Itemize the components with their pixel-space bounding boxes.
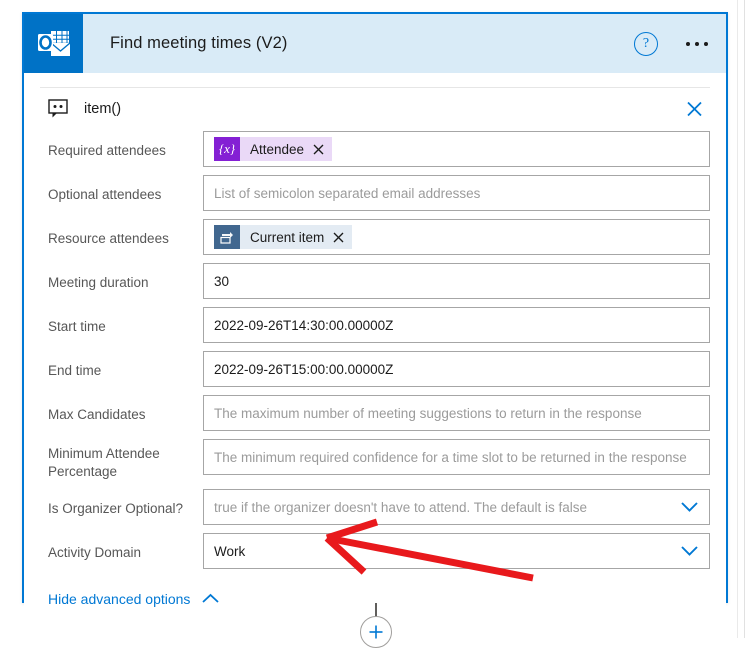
close-icon[interactable] — [685, 100, 704, 119]
field-row-minimum-attendee-percentage: Minimum Attendee Percentage The minimum … — [40, 439, 710, 481]
card-header-actions: ? — [634, 14, 712, 73]
field-control-resource-attendees[interactable]: Current item — [203, 219, 710, 255]
field-row-optional-attendees: Optional attendees List of semicolon sep… — [40, 175, 710, 211]
ellipsis-icon[interactable] — [682, 36, 712, 52]
token-body: Current item — [240, 225, 353, 249]
field-row-resource-attendees: Resource attendees Current item — [40, 219, 710, 255]
field-control-meeting-duration[interactable]: 30 — [203, 263, 710, 299]
outlook-icon — [24, 14, 83, 73]
is-organizer-optional-placeholder: true if the organizer doesn't have to at… — [214, 499, 588, 515]
field-label-required-attendees: Required attendees — [48, 143, 166, 158]
field-label-max-candidates: Max Candidates — [48, 407, 146, 422]
token-attendee[interactable]: {x} Attendee — [214, 137, 333, 161]
item-expression-row[interactable]: item() — [40, 87, 710, 131]
field-control-required-attendees[interactable]: {x} Attendee — [203, 131, 710, 167]
token-label: Attendee — [250, 141, 305, 157]
field-row-start-time: Start time 2022-09-26T14:30:00.00000Z — [40, 307, 710, 343]
chevron-down-icon[interactable] — [680, 545, 699, 557]
token-remove-icon[interactable] — [333, 232, 344, 243]
item-expression-label: item() — [84, 101, 122, 117]
token-remove-icon[interactable] — [313, 144, 324, 155]
meeting-duration-input[interactable]: 30 — [203, 263, 710, 299]
chevron-up-icon — [201, 591, 220, 607]
card-header[interactable]: Find meeting times (V2) ? — [24, 14, 726, 73]
field-row-activity-domain: Activity Domain Work — [40, 533, 710, 569]
field-control-optional-attendees[interactable]: List of semicolon separated email addres… — [203, 175, 710, 211]
minimum-attendee-percentage-placeholder: The minimum required confidence for a ti… — [214, 449, 687, 465]
max-candidates-input[interactable]: The maximum number of meeting suggestion… — [203, 395, 710, 431]
flow-designer-canvas: Find meeting times (V2) ? item() Require… — [0, 0, 755, 648]
field-label-end-time: End time — [48, 363, 102, 378]
start-time-input[interactable]: 2022-09-26T14:30:00.00000Z — [203, 307, 710, 343]
resource-attendees-input[interactable]: Current item — [203, 219, 710, 255]
add-step-button[interactable] — [360, 616, 392, 648]
optional-attendees-input[interactable]: List of semicolon separated email addres… — [203, 175, 710, 211]
chevron-down-icon[interactable] — [680, 501, 699, 513]
field-row-meeting-duration: Meeting duration 30 — [40, 263, 710, 299]
card-body: item() Required attendees {x} Attendee O… — [24, 87, 726, 617]
hide-advanced-options-label: Hide advanced options — [48, 591, 191, 607]
expression-badge-icon: {x} — [214, 137, 240, 161]
panel-divider — [744, 0, 745, 638]
field-control-start-time[interactable]: 2022-09-26T14:30:00.00000Z — [203, 307, 710, 343]
field-row-required-attendees: Required attendees {x} Attendee — [40, 131, 710, 167]
end-time-input[interactable]: 2022-09-26T15:00:00.00000Z — [203, 351, 710, 387]
loop-icon — [214, 225, 240, 249]
field-control-max-candidates[interactable]: The maximum number of meeting suggestion… — [203, 395, 710, 431]
help-circle-icon[interactable]: ? — [634, 31, 658, 56]
is-organizer-optional-dropdown[interactable]: true if the organizer doesn't have to at… — [203, 489, 710, 525]
field-label-meeting-duration: Meeting duration — [48, 275, 149, 290]
comment-bubble-icon — [48, 99, 70, 119]
start-time-value: 2022-09-26T14:30:00.00000Z — [214, 317, 394, 333]
minimum-attendee-percentage-input[interactable]: The minimum required confidence for a ti… — [203, 439, 710, 475]
hide-advanced-options-toggle[interactable]: Hide advanced options — [40, 591, 220, 607]
field-label-resource-attendees: Resource attendees — [48, 231, 169, 246]
field-control-activity-domain[interactable]: Work — [203, 533, 710, 569]
field-label-activity-domain: Activity Domain — [48, 545, 142, 560]
required-attendees-input[interactable]: {x} Attendee — [203, 131, 710, 167]
action-card-find-meeting-times[interactable]: Find meeting times (V2) ? item() Require… — [22, 12, 728, 617]
token-current-item[interactable]: Current item — [214, 225, 353, 249]
activity-domain-dropdown[interactable]: Work — [203, 533, 710, 569]
field-control-minimum-attendee-percentage[interactable]: The minimum required confidence for a ti… — [203, 439, 710, 475]
field-label-start-time: Start time — [48, 319, 106, 334]
field-row-end-time: End time 2022-09-26T15:00:00.00000Z — [40, 351, 710, 387]
panel-divider-inner — [737, 0, 738, 638]
field-label-optional-attendees: Optional attendees — [48, 187, 162, 202]
token-body: Attendee — [240, 137, 333, 161]
meeting-duration-value: 30 — [214, 273, 230, 289]
max-candidates-placeholder: The maximum number of meeting suggestion… — [214, 405, 642, 421]
token-label: Current item — [250, 229, 325, 245]
field-label-is-organizer-optional: Is Organizer Optional? — [48, 501, 184, 516]
optional-attendees-placeholder: List of semicolon separated email addres… — [214, 185, 481, 201]
field-control-is-organizer-optional[interactable]: true if the organizer doesn't have to at… — [203, 489, 710, 525]
card-title: Find meeting times (V2) — [110, 34, 288, 52]
field-control-end-time[interactable]: 2022-09-26T15:00:00.00000Z — [203, 351, 710, 387]
end-time-value: 2022-09-26T15:00:00.00000Z — [214, 361, 394, 377]
activity-domain-value: Work — [214, 543, 246, 559]
field-row-max-candidates: Max Candidates The maximum number of mee… — [40, 395, 710, 431]
field-label-minimum-attendee-percentage: Minimum Attendee Percentage — [48, 446, 160, 479]
field-row-is-organizer-optional: Is Organizer Optional? true if the organ… — [40, 489, 710, 525]
